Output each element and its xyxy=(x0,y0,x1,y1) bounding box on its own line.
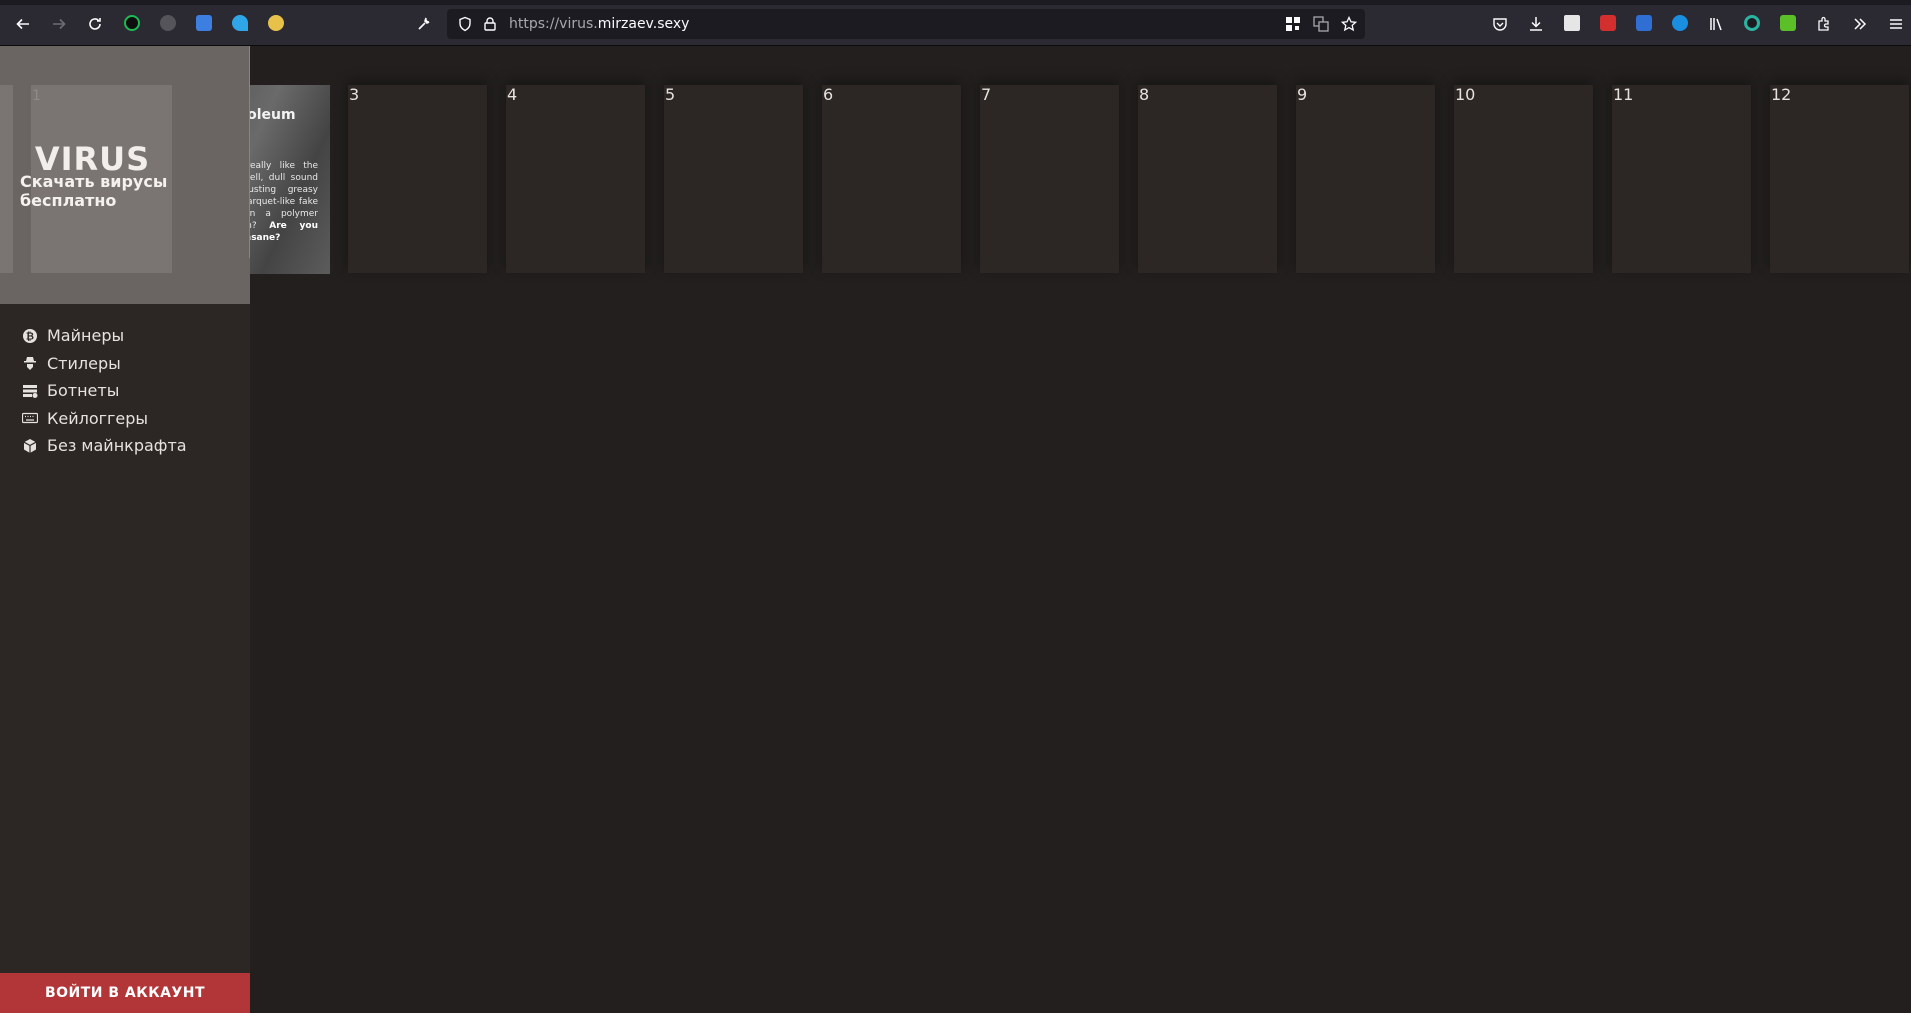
nav-item-no-minecraft[interactable]: Без майнкрафта xyxy=(0,432,250,460)
category-card[interactable]: 3 xyxy=(348,85,487,273)
url-text: https://virus.mirzaev.sexy xyxy=(509,16,689,32)
ghost-card-number: 1 xyxy=(32,88,41,104)
wrench-icon[interactable] xyxy=(411,11,437,37)
nav-item-label: Стилеры xyxy=(47,353,121,373)
gem-extension-icon[interactable] xyxy=(232,15,248,31)
qr-code-icon[interactable] xyxy=(1285,16,1301,32)
category-card[interactable]: 8 xyxy=(1138,85,1277,273)
card-number: 3 xyxy=(349,85,360,104)
nav-item-botnets[interactable]: Ботнеты xyxy=(0,377,250,405)
url-protocol: https://virus. xyxy=(509,16,598,32)
overflow-chevron-icon[interactable] xyxy=(1847,11,1873,37)
category-card[interactable]: 10 xyxy=(1454,85,1593,273)
lock-icon[interactable] xyxy=(482,16,498,32)
forward-arrow-icon[interactable] xyxy=(46,11,72,37)
main-content: 3 4 5 6 7 8 9 10 11 12 xyxy=(250,46,1911,1013)
shield-extension-icon[interactable] xyxy=(124,15,140,31)
nav-item-label: Майнеры xyxy=(47,326,125,346)
shield-icon[interactable] xyxy=(457,16,473,32)
category-card[interactable]: 12 xyxy=(1770,85,1909,273)
cube-icon xyxy=(22,438,38,454)
brand-header[interactable]: 1 VIRUS Скачать вирусы бесплатно xyxy=(0,46,250,304)
card-number: 12 xyxy=(1771,85,1792,104)
sidebar: 1 VIRUS Скачать вирусы бесплатно ₿ Майне… xyxy=(0,46,250,1013)
pocket-icon[interactable] xyxy=(1487,11,1513,37)
translate-extension-icon[interactable] xyxy=(196,15,212,31)
address-bar[interactable]: https://virus.mirzaev.sexy xyxy=(447,9,1365,39)
shield-badge-extension-icon[interactable] xyxy=(1636,15,1652,31)
card-number: 6 xyxy=(823,85,834,104)
ring-extension-icon[interactable] xyxy=(1744,15,1760,31)
category-card[interactable]: 6 xyxy=(822,85,961,273)
extensions-puzzle-icon[interactable] xyxy=(1811,11,1837,37)
extension-icon[interactable] xyxy=(160,15,176,31)
lock-extension-icon[interactable] xyxy=(1600,15,1616,31)
translate-icon[interactable] xyxy=(1313,16,1329,32)
category-card[interactable]: 7 xyxy=(980,85,1119,273)
keyboard-icon xyxy=(22,410,38,426)
back-arrow-icon[interactable] xyxy=(10,11,36,37)
card-number: 9 xyxy=(1297,85,1308,104)
nav-item-miners[interactable]: ₿ Майнеры xyxy=(0,322,250,350)
card-number: 10 xyxy=(1455,85,1476,104)
card-number: 11 xyxy=(1613,85,1634,104)
category-card[interactable]: 5 xyxy=(664,85,803,273)
library-icon[interactable] xyxy=(1703,11,1729,37)
document-extension-icon[interactable] xyxy=(1564,15,1580,31)
nav-item-keyloggers[interactable]: Кейлоггеры xyxy=(0,405,250,433)
ghost-card xyxy=(0,85,13,273)
category-card[interactable]: 11 xyxy=(1612,85,1751,273)
tab-strip xyxy=(0,0,1911,5)
site-tagline: Скачать вирусы бесплатно xyxy=(20,172,168,210)
hamburger-menu-icon[interactable] xyxy=(1883,11,1909,37)
card-number: 7 xyxy=(981,85,992,104)
browser-toolbar: https://virus.mirzaev.sexy xyxy=(0,0,1911,46)
card-number: 8 xyxy=(1139,85,1150,104)
avatar-extension-icon[interactable] xyxy=(268,15,284,31)
bookmark-star-icon[interactable] xyxy=(1340,15,1358,32)
card-number: 5 xyxy=(665,85,676,104)
download-icon[interactable] xyxy=(1523,11,1549,37)
sidebar-divider xyxy=(249,46,250,258)
server-icon xyxy=(22,383,38,399)
card-number: 4 xyxy=(507,85,518,104)
category-card[interactable]: 9 xyxy=(1296,85,1435,273)
url-domain: mirzaev.sexy xyxy=(597,16,690,32)
download-arrow-extension-icon[interactable] xyxy=(1780,15,1796,31)
reload-icon[interactable] xyxy=(82,11,108,37)
nav-item-label: Без майнкрафта xyxy=(47,436,187,456)
nav-item-label: Кейлоггеры xyxy=(47,408,149,428)
category-nav: ₿ Майнеры Стилеры Ботнеты Кейлоггеры Без… xyxy=(0,322,250,460)
play-extension-icon[interactable] xyxy=(1672,15,1688,31)
nav-item-stealers[interactable]: Стилеры xyxy=(0,350,250,378)
login-button[interactable]: ВОЙТИ В АККАУНТ xyxy=(0,973,250,1013)
bitcoin-icon: ₿ xyxy=(22,328,38,344)
spy-icon xyxy=(22,355,38,371)
nav-item-label: Ботнеты xyxy=(47,381,120,401)
category-card[interactable]: 4 xyxy=(506,85,645,273)
svg-text:₿: ₿ xyxy=(26,330,34,342)
